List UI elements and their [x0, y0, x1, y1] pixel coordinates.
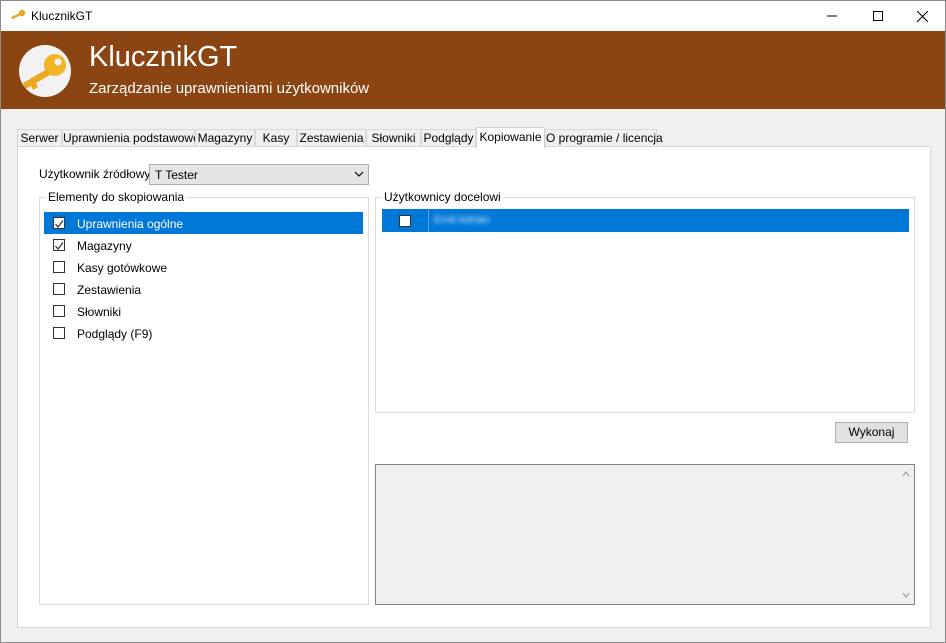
- chevron-down-icon: [354, 171, 364, 177]
- target-checkbox-cell[interactable]: [382, 209, 429, 232]
- element-item-kasy-gotowkowe[interactable]: Kasy gotówkowe: [44, 256, 363, 278]
- key-icon: [11, 9, 26, 20]
- elements-group-label: Elementy do skopiowania: [46, 190, 187, 204]
- window-title: KlucznikGT: [31, 9, 93, 23]
- checkmark-icon: [55, 220, 64, 228]
- target-user-row[interactable]: Emil Adrian: [382, 209, 909, 232]
- minimize-button[interactable]: [809, 1, 855, 31]
- tab-magazyny[interactable]: Magazyny: [195, 129, 255, 146]
- maximize-button[interactable]: [855, 1, 901, 31]
- tab-serwer[interactable]: Serwer: [17, 129, 62, 146]
- source-user-label: Użytkownik źródłowy: [39, 167, 151, 181]
- key-logo-icon: [19, 45, 71, 97]
- tab-kasy[interactable]: Kasy: [255, 129, 297, 146]
- checkbox[interactable]: [399, 215, 411, 227]
- close-icon: [916, 10, 928, 22]
- element-item-zestawienia[interactable]: Zestawienia: [44, 278, 363, 300]
- minimize-icon: [827, 15, 837, 17]
- checkbox[interactable]: [53, 261, 65, 273]
- element-label: Kasy gotówkowe: [77, 261, 168, 275]
- tab-podglady[interactable]: Podglądy: [421, 129, 476, 146]
- tab-uprawnienia-podstawowe[interactable]: Uprawnienia podstawowe: [62, 129, 200, 146]
- main-window: KlucznikGT KlucznikGT Zarządzanie uprawn…: [0, 0, 946, 643]
- close-button[interactable]: [899, 1, 945, 31]
- title-bar[interactable]: KlucznikGT: [1, 1, 945, 31]
- app-subtitle: Zarządzanie uprawnieniami użytkowników: [89, 80, 370, 97]
- checkbox[interactable]: [53, 305, 65, 317]
- maximize-icon: [873, 11, 883, 21]
- execute-button[interactable]: Wykonaj: [835, 422, 908, 443]
- checkmark-icon: [55, 242, 64, 250]
- checkbox[interactable]: [53, 239, 65, 251]
- header-banner: KlucznikGT Zarządzanie uprawnieniami uży…: [1, 31, 945, 109]
- element-label: Uprawnienia ogólne: [77, 217, 184, 231]
- tab-kopiowanie[interactable]: Kopiowanie: [476, 127, 545, 148]
- log-textbox[interactable]: [375, 464, 915, 605]
- element-item-magazyny[interactable]: Magazyny: [44, 234, 363, 256]
- targets-group-label: Użytkownicy docelowi: [382, 190, 503, 204]
- scroll-up-icon[interactable]: [902, 471, 910, 477]
- checkbox[interactable]: [53, 327, 65, 339]
- checkbox[interactable]: [53, 283, 65, 295]
- element-label: Magazyny: [77, 239, 132, 253]
- source-user-select[interactable]: T Tester: [149, 164, 369, 185]
- element-item-slowniki[interactable]: Słowniki: [44, 300, 363, 322]
- app-name: KlucznikGT: [89, 41, 238, 73]
- source-user-value: T Tester: [155, 168, 198, 182]
- checkbox[interactable]: [53, 217, 65, 229]
- target-user-name: Emil Adrian: [434, 214, 490, 226]
- vertical-scrollbar[interactable]: [897, 465, 914, 604]
- tab-zestawienia[interactable]: Zestawienia: [297, 129, 366, 146]
- scroll-down-icon[interactable]: [902, 592, 910, 598]
- element-item-uprawnienia-ogolne[interactable]: Uprawnienia ogólne: [44, 212, 363, 234]
- tab-o-programie[interactable]: O programie / licencja: [545, 129, 663, 146]
- element-label: Podglądy (F9): [77, 327, 153, 341]
- tab-slowniki[interactable]: Słowniki: [366, 129, 421, 146]
- element-item-podglady[interactable]: Podglądy (F9): [44, 322, 363, 344]
- element-label: Słowniki: [77, 305, 122, 319]
- element-label: Zestawienia: [77, 283, 142, 297]
